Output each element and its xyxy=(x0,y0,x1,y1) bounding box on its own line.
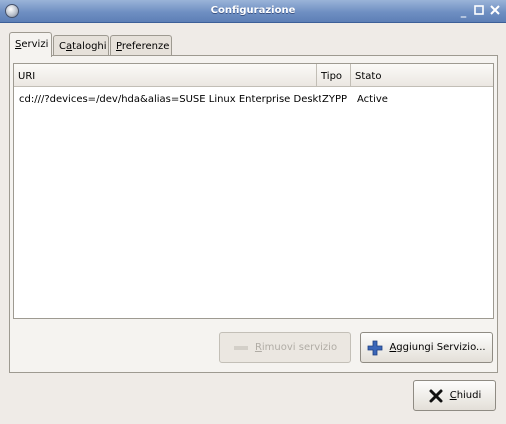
column-header-uri[interactable]: URI xyxy=(14,64,316,87)
remove-service-button[interactable]: Rimuovi servizio xyxy=(219,332,351,363)
remove-service-label: Rimuovi servizio xyxy=(255,342,337,353)
cell-tipo: ZYPP xyxy=(322,94,348,105)
minimize-icon[interactable]: _ xyxy=(458,6,469,17)
column-header-stato[interactable]: Stato xyxy=(350,64,493,87)
add-service-button[interactable]: Aggiungi Servizio... xyxy=(360,332,493,363)
tab-cataloghi[interactable]: Cataloghi xyxy=(53,35,109,56)
close-button[interactable]: Chiudi xyxy=(413,380,496,411)
maximize-icon[interactable] xyxy=(473,5,484,16)
remove-service-mnemonic: R xyxy=(254,342,262,353)
close-button-text: hiudi xyxy=(456,390,482,401)
tab-preferenze-label: referenze xyxy=(121,41,170,52)
cell-stato: Active xyxy=(357,94,388,105)
add-service-text: ggiungi Servizio... xyxy=(396,342,486,353)
tab-panel-servizi: URI Tipo Stato cd:///?devices=/dev/hda&a… xyxy=(9,55,498,373)
tab-servizi-label: ervizi xyxy=(21,39,49,50)
tab-preferenze[interactable]: Preferenze xyxy=(110,35,172,56)
cell-uri: cd:///?devices=/dev/hda&alias=SUSE Linux… xyxy=(19,94,321,105)
plus-icon xyxy=(367,340,383,356)
close-icon[interactable] xyxy=(489,5,500,16)
close-button-label: Chiudi xyxy=(450,390,482,401)
window-titlebar[interactable]: Configurazione _ xyxy=(0,0,506,23)
close-button-mnemonic: C xyxy=(449,390,457,401)
remove-service-text: imuovi servizio xyxy=(261,342,338,353)
window-title: Configurazione xyxy=(210,5,296,16)
close-x-icon xyxy=(428,388,444,404)
column-header-tipo[interactable]: Tipo xyxy=(316,64,350,87)
tab-cataloghi-label: taloghi xyxy=(72,41,107,52)
minus-icon xyxy=(233,340,249,356)
tab-cataloghi-prefix: C xyxy=(59,41,66,52)
tab-servizi[interactable]: Servizi xyxy=(9,32,52,57)
services-list[interactable]: URI Tipo Stato cd:///?devices=/dev/hda&a… xyxy=(13,63,494,319)
add-service-label: Aggiungi Servizio... xyxy=(389,342,485,353)
